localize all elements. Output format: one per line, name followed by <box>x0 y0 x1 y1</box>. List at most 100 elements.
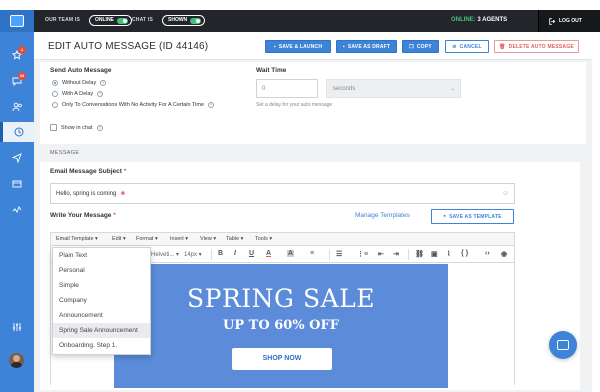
shop-now-button[interactable]: SHOP NOW <box>232 348 332 370</box>
menu-format[interactable]: Format ▾ <box>136 236 158 242</box>
top-bar: OUR TEAM IS ONLINE CHAT IS SHOWN ONLINE:… <box>0 10 600 32</box>
outdent-icon[interactable]: ⇤ <box>378 250 384 258</box>
menu-tools[interactable]: Tools ▾ <box>255 236 272 242</box>
sidebar-item-chats[interactable]: 34 <box>0 71 34 91</box>
online-agents: ONLINE: 3 AGENTS <box>451 17 507 23</box>
subject-input[interactable]: Hello, spring is coming ❀ ☺ <box>50 183 515 204</box>
sidebar-item-settings[interactable] <box>0 317 34 337</box>
code-icon[interactable]: ‹› <box>485 250 490 257</box>
notification-badge: 34 <box>18 72 26 80</box>
users-icon <box>12 102 22 112</box>
sidebar-item-auto-messages[interactable] <box>0 122 34 142</box>
notification-badge: 1 <box>18 46 26 54</box>
template-option-personal[interactable]: Personal <box>53 263 150 278</box>
template-option-company[interactable]: Company <box>53 293 150 308</box>
radio-with-delay[interactable]: With A Delay ? <box>52 91 104 97</box>
checkbox-label: Show in chat <box>61 124 93 131</box>
send-icon <box>12 153 22 163</box>
highlight-color-icon[interactable]: A <box>287 250 295 257</box>
page-title: EDIT AUTO MESSAGE (ID 44146) <box>48 41 209 52</box>
wait-time-input[interactable]: 0 <box>256 79 318 98</box>
template-option-simple[interactable]: Simple <box>53 278 150 293</box>
menu-email-template[interactable]: Email Template ▾ <box>56 236 98 242</box>
window-icon <box>12 180 22 188</box>
help-icon[interactable]: ? <box>100 80 107 86</box>
sidebar-item-campaigns[interactable] <box>0 148 34 168</box>
write-message-label-text: Write Your Message <box>50 212 112 219</box>
menu-view[interactable]: View ▾ <box>200 236 216 242</box>
save-icon: ▪ <box>342 43 345 50</box>
menu-table[interactable]: Table ▾ <box>226 236 243 242</box>
wait-unit-select[interactable]: seconds ⌄ <box>326 79 461 98</box>
text-color-icon[interactable]: A <box>266 250 271 257</box>
save-launch-label: SAVE & LAUNCH <box>278 43 323 50</box>
bold-icon[interactable]: B <box>218 250 223 257</box>
chat-status-value: SHOWN <box>168 17 188 23</box>
align-icon[interactable]: ≡ <box>310 250 314 257</box>
email-banner: SPRING SALE UP TO 60% OFF SHOP NOW <box>114 264 448 388</box>
chat-widget-button[interactable] <box>549 331 577 359</box>
sidebar-item-favorites[interactable]: 1 <box>0 45 34 65</box>
radio-selected-icon <box>52 80 58 86</box>
page-header: EDIT AUTO MESSAGE (ID 44146) ▪ SAVE & LAU… <box>34 32 592 60</box>
menu-label: Table <box>226 236 240 242</box>
delete-button[interactable]: 🗑 DELETE AUTO MESSAGE <box>494 40 579 53</box>
attachment-icon[interactable]: ⌇ <box>447 250 450 258</box>
cancel-button[interactable]: ⊘ CANCEL <box>445 40 489 53</box>
cancel-icon: ⊘ <box>452 43 457 50</box>
copy-button[interactable]: ❐ COPY <box>402 40 439 53</box>
image-icon[interactable]: ▣ <box>431 250 438 258</box>
template-option-announcement[interactable]: Announcement <box>53 308 150 323</box>
help-icon[interactable]: ? <box>96 124 103 131</box>
save-template-button[interactable]: ▪ SAVE AS TEMPLATE <box>431 209 514 224</box>
logout-label: LOG OUT <box>559 18 582 24</box>
avatar[interactable] <box>9 353 24 368</box>
wait-unit-value: seconds <box>333 85 356 92</box>
show-in-chat-checkbox[interactable]: Show in chat ? <box>50 124 103 131</box>
help-icon[interactable]: ? <box>97 91 104 97</box>
online-label: ONLINE: <box>451 17 476 23</box>
team-status-value: ONLINE <box>95 17 114 23</box>
indent-icon[interactable]: ⇥ <box>393 250 399 258</box>
preview-eye-icon[interactable]: ◉ <box>501 250 507 258</box>
chat-status-toggle[interactable]: SHOWN <box>162 15 206 26</box>
team-status-toggle[interactable]: ONLINE <box>89 15 132 26</box>
template-option-spring-sale[interactable]: Spring Sale Announcement <box>53 323 150 338</box>
template-option-plain-text[interactable]: Plain Text <box>53 248 150 263</box>
sidebar-item-widget[interactable] <box>0 174 34 194</box>
italic-icon[interactable]: I <box>234 250 236 257</box>
font-family-select[interactable]: Helveti... ▾ <box>151 251 179 258</box>
variables-icon[interactable]: { } <box>461 250 468 257</box>
message-section-title: MESSAGE <box>50 150 80 156</box>
clock-icon <box>14 127 23 137</box>
help-icon[interactable]: ? <box>208 102 215 108</box>
menu-label: Insert <box>170 236 184 242</box>
menu-edit[interactable]: Edit ▾ <box>112 236 126 242</box>
bullet-list-icon[interactable]: ☰ <box>336 250 342 258</box>
analytics-icon <box>12 206 22 213</box>
radio-without-delay[interactable]: Without Delay ? <box>52 80 107 86</box>
toggle-switch-icon <box>190 17 202 24</box>
save-icon: ▪ <box>443 213 447 220</box>
toolbar-divider <box>329 249 330 260</box>
template-option-onboarding[interactable]: Onboarding. Step 1. <box>53 338 150 353</box>
wait-time-label: Wait Time <box>256 67 287 74</box>
numbered-list-icon[interactable]: ⋮≡ <box>357 250 368 258</box>
underline-icon[interactable]: U <box>249 250 254 257</box>
copy-icon: ❐ <box>409 43 414 50</box>
link-icon[interactable]: ⛓ <box>415 250 424 258</box>
sidebar-item-visitors[interactable] <box>0 97 34 117</box>
menu-insert[interactable]: Insert ▾ <box>170 236 188 242</box>
app-logo[interactable] <box>0 10 34 32</box>
logout-button[interactable]: LOG OUT <box>538 10 600 32</box>
radio-no-activity[interactable]: Only To Conversations With No Activity F… <box>52 102 215 108</box>
manage-templates-link[interactable]: Manage Templates <box>355 212 410 219</box>
subject-label: Email Message Subject * <box>50 168 126 175</box>
team-status-label: OUR TEAM IS <box>45 17 80 23</box>
save-draft-button[interactable]: ▪ SAVE AS DRAFT <box>336 40 397 53</box>
save-launch-button[interactable]: ▪ SAVE & LAUNCH <box>265 40 331 53</box>
font-size-select[interactable]: 14px ▾ <box>184 251 202 258</box>
emoji-picker-icon[interactable]: ☺ <box>502 190 509 197</box>
sidebar-item-analytics[interactable] <box>0 200 34 220</box>
radio-icon <box>52 91 58 97</box>
